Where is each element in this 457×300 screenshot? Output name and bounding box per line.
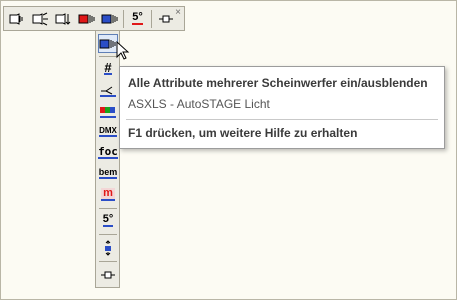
- m-icon: m: [101, 187, 115, 201]
- spotlight-down-icon[interactable]: [53, 9, 74, 28]
- m-button[interactable]: m: [98, 185, 118, 204]
- toolbar-separator: [99, 56, 117, 57]
- dmx-button[interactable]: DMX: [98, 122, 118, 141]
- mouse-cursor-icon: [116, 41, 130, 60]
- toolbar-separator: [99, 234, 117, 235]
- five-degree-icon: 5°: [132, 11, 143, 25]
- beam-icon: [100, 86, 116, 97]
- five-degree-button[interactable]: 5°: [127, 9, 148, 28]
- bem-icon: bem: [98, 167, 118, 179]
- spotlight-left-icon[interactable]: [7, 9, 28, 28]
- bem-button[interactable]: bem: [98, 164, 118, 183]
- toolbar-separator: [99, 261, 117, 262]
- tooltip-title: Alle Attribute mehrerer Scheinwerfer ein…: [128, 76, 428, 90]
- tooltip-subtitle: ASXLS - AutoSTAGE Licht: [128, 97, 270, 111]
- spotlight-right-icon[interactable]: [30, 9, 51, 28]
- tooltip: Alle Attribute mehrerer Scheinwerfer ein…: [119, 66, 445, 149]
- dmx-icon: DMX: [99, 126, 117, 137]
- focus-button[interactable]: foc: [98, 143, 118, 162]
- focus-icon: foc: [98, 145, 118, 159]
- color-icon: [100, 106, 116, 118]
- show-all-attributes-button[interactable]: [98, 34, 118, 53]
- number-icon: #: [104, 60, 112, 75]
- toolbar-separator: [151, 9, 152, 28]
- toolbar-separator: [99, 208, 117, 209]
- tooltip-help-text: F1 drücken, um weitere Hilfe zu erhalten: [128, 126, 358, 140]
- vertical-toolbar: # DMX foc bem m 5°: [95, 30, 120, 288]
- height-icon: [105, 239, 111, 256]
- toolbar-separator: [123, 9, 124, 28]
- red-spotlight-icon[interactable]: [76, 9, 97, 28]
- beam-button[interactable]: [98, 80, 118, 99]
- tooltip-divider: [126, 119, 438, 120]
- pin-button[interactable]: [98, 265, 118, 284]
- blue-spotlight-icon[interactable]: [99, 9, 120, 28]
- five-degree-icon: 5°: [102, 213, 114, 227]
- height-button[interactable]: [98, 238, 118, 257]
- horizontal-toolbar: 5° ×: [3, 6, 185, 31]
- close-icon[interactable]: ×: [173, 8, 183, 18]
- five-degree-button[interactable]: 5°: [98, 211, 118, 230]
- color-button[interactable]: [98, 101, 118, 120]
- number-button[interactable]: #: [98, 59, 118, 78]
- pin-icon: [101, 271, 115, 278]
- show-all-attributes-icon: [99, 39, 116, 48]
